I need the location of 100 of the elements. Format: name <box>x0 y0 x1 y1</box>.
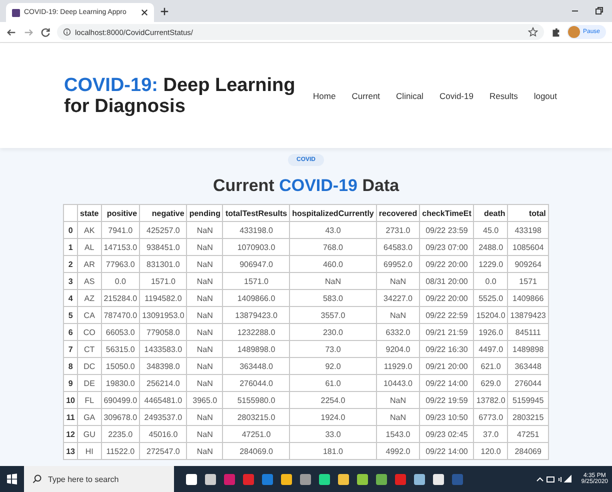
table-cell: CO <box>78 324 102 340</box>
taskbar-app-icon[interactable] <box>414 474 425 484</box>
nav-link[interactable]: Covid-19 <box>439 90 474 100</box>
row-index: 2 <box>64 256 78 272</box>
table-cell: NaN <box>290 272 376 290</box>
nav-link[interactable]: Home <box>313 90 336 100</box>
table-cell: 08/31 20:00 <box>420 272 474 290</box>
table-cell: 2493537.0 <box>140 408 187 426</box>
table-cell: AK <box>78 222 102 238</box>
table-cell: 4992.0 <box>376 442 420 460</box>
table-cell: 230.0 <box>290 324 376 340</box>
table-cell: 256214.0 <box>140 374 187 392</box>
nav-link[interactable]: Results <box>489 90 518 100</box>
table-cell: 3557.0 <box>290 306 376 324</box>
table-cell: 43.0 <box>290 222 376 238</box>
row-index: 10 <box>64 392 78 408</box>
row-index: 1 <box>64 238 78 256</box>
table-cell: 13879423 <box>508 306 548 324</box>
column-header: recovered <box>376 204 420 222</box>
table-cell: 6773.0 <box>474 408 508 426</box>
table-cell: 181.0 <box>290 442 376 460</box>
taskbar-app-icon[interactable] <box>319 474 330 484</box>
table-cell: NaN <box>186 340 223 358</box>
page-heading: Current COVID-19 Data <box>212 176 400 196</box>
table-cell: 0.0 <box>474 272 508 290</box>
table-cell: 845111 <box>508 324 548 340</box>
new-tab-icon[interactable] <box>160 6 169 16</box>
table-cell: GA <box>78 408 102 426</box>
table-cell: 15050.0 <box>101 358 140 374</box>
table-cell: 906947.0 <box>222 256 290 272</box>
info-icon <box>63 28 71 36</box>
table-cell: NaN <box>186 374 223 392</box>
table-cell: NaN <box>186 256 223 272</box>
table-cell: 09/23 02:45 <box>420 426 474 442</box>
table-cell: 690499.0 <box>101 392 140 408</box>
table-cell: 363448.0 <box>222 358 290 374</box>
table-cell: NaN <box>376 392 420 408</box>
column-header: totalTestResults <box>222 204 290 222</box>
table-cell: 5155980.0 <box>222 392 290 408</box>
table-cell: 0.0 <box>101 272 140 290</box>
table-cell: 69952.0 <box>376 256 420 272</box>
nav-link[interactable]: Clinical <box>396 90 424 100</box>
row-index: 11 <box>64 408 78 426</box>
nav-link[interactable]: Current <box>352 90 380 100</box>
table-cell: DE <box>78 374 102 392</box>
taskbar-app-icon[interactable] <box>433 474 444 484</box>
table-cell: 1926.0 <box>474 324 508 340</box>
table-cell: 2235.0 <box>101 426 140 442</box>
table-cell: 460.0 <box>290 256 376 272</box>
table-cell: 77963.0 <box>101 256 140 272</box>
table-cell: 11522.0 <box>101 442 140 460</box>
star-icon[interactable] <box>528 27 538 37</box>
table-cell: NaN <box>186 272 223 290</box>
row-index: 13 <box>64 442 78 460</box>
back-icon[interactable] <box>6 26 17 38</box>
table-cell: 09/22 19:59 <box>420 392 474 408</box>
table-cell: 583.0 <box>290 290 376 306</box>
taskbar-app-icon[interactable] <box>338 474 349 484</box>
table-cell: 1194582.0 <box>140 290 187 306</box>
table-cell: 433198 <box>508 222 548 238</box>
taskbar-app-icon[interactable] <box>186 474 197 484</box>
table-cell: 34227.0 <box>376 290 420 306</box>
table-cell: 1085604 <box>508 238 548 256</box>
table-cell: 09/22 14:00 <box>420 442 474 460</box>
table-cell: 272547.0 <box>140 442 187 460</box>
table-cell: 2803215 <box>508 408 548 426</box>
table-cell: 15204.0 <box>474 306 508 324</box>
table-cell: 6332.0 <box>376 324 420 340</box>
restore-icon[interactable] <box>594 6 604 16</box>
nav-link[interactable]: logout <box>534 90 557 100</box>
table-cell: 92.0 <box>290 358 376 374</box>
table-cell: HI <box>78 442 102 460</box>
close-icon[interactable] <box>141 9 148 16</box>
table-cell: 1070903.0 <box>222 238 290 256</box>
table-cell: 1543.0 <box>376 426 420 442</box>
table-cell: NaN <box>186 222 223 238</box>
table-cell: 1924.0 <box>290 408 376 426</box>
table-cell: 73.0 <box>290 340 376 358</box>
table-cell: 09/22 23:59 <box>420 222 474 238</box>
table-cell: 215284.0 <box>101 290 140 306</box>
table-cell: 64583.0 <box>376 238 420 256</box>
column-header: total <box>508 204 548 222</box>
row-index: 0 <box>64 222 78 238</box>
table-cell: 45.0 <box>474 222 508 238</box>
table-cell: AL <box>78 238 102 256</box>
taskbar-app-icon[interactable] <box>281 474 292 484</box>
table-cell: 37.0 <box>474 426 508 442</box>
windows-start-icon[interactable] <box>6 473 18 485</box>
table-cell: 7941.0 <box>101 222 140 238</box>
site-title[interactable]: COVID-19: Deep Learning for Diagnosis <box>64 74 304 116</box>
reload-icon[interactable] <box>40 26 51 38</box>
taskbar-search-field[interactable]: Type here to search <box>24 466 174 492</box>
table-cell: 56315.0 <box>101 340 140 358</box>
table-cell: 19830.0 <box>101 374 140 392</box>
taskbar-app-icon[interactable] <box>205 474 216 484</box>
table-cell: 45016.0 <box>140 426 187 442</box>
table-cell: 3965.0 <box>186 392 223 408</box>
row-index: 5 <box>64 306 78 324</box>
column-header: hospitalizedCurrently <box>290 204 376 222</box>
taskbar-app-icon[interactable] <box>357 474 368 484</box>
